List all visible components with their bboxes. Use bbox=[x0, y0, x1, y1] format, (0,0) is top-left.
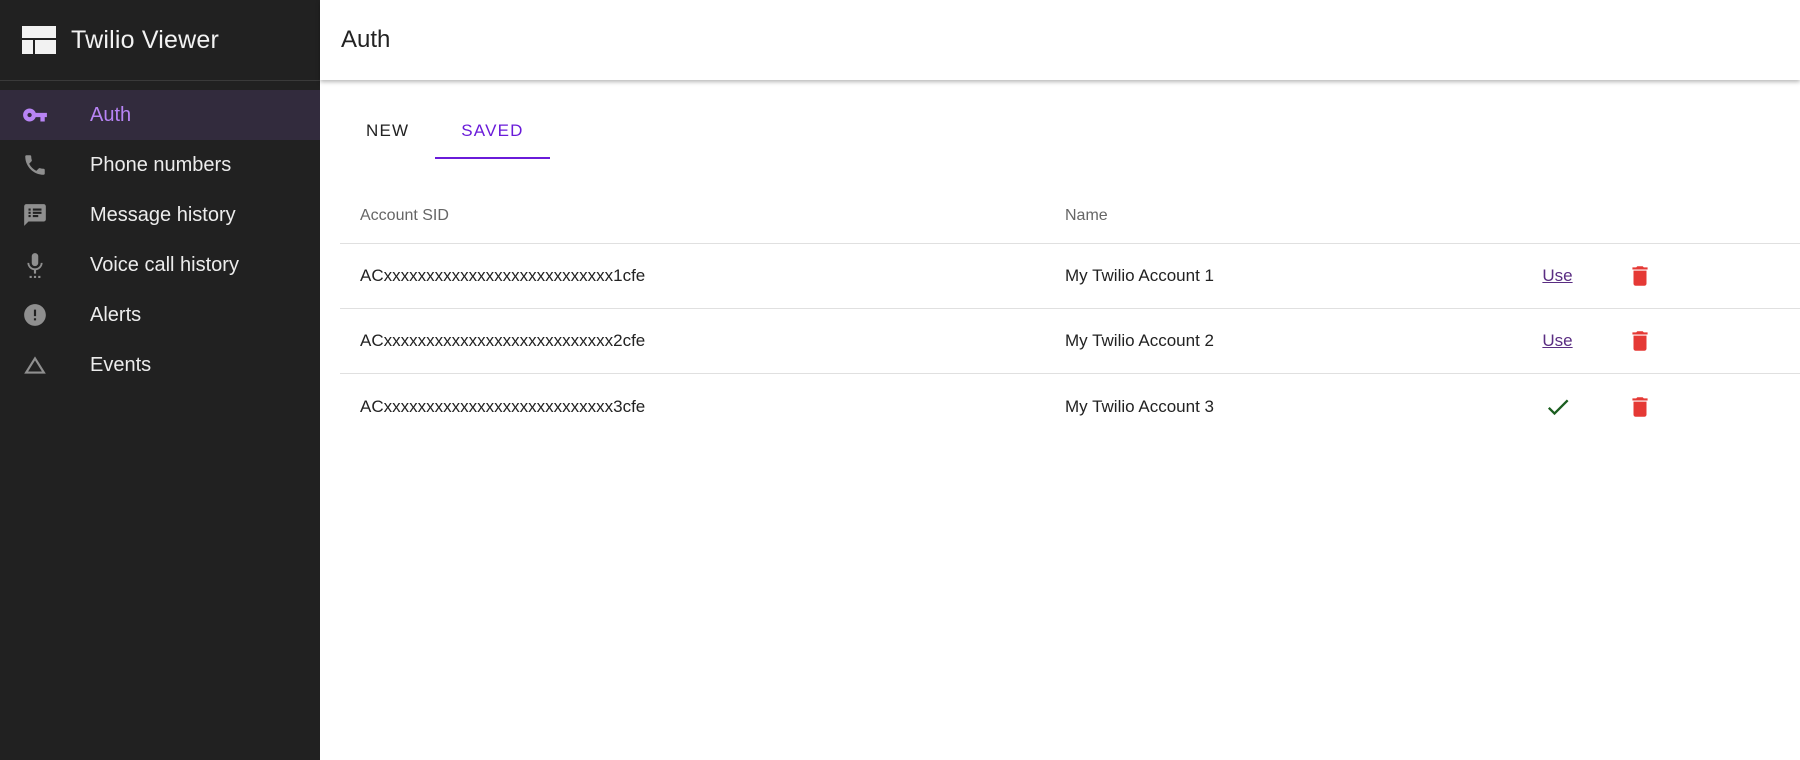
sidebar-nav: Auth Phone numbers Message history Voice… bbox=[0, 81, 320, 390]
tab-bar: NEW SAVED bbox=[340, 105, 1800, 159]
page-title: Auth bbox=[341, 26, 391, 53]
use-cell bbox=[1515, 393, 1600, 421]
use-account-link[interactable]: Use bbox=[1542, 266, 1572, 285]
column-header-name: Name bbox=[1065, 206, 1108, 224]
use-account-link[interactable]: Use bbox=[1542, 331, 1572, 350]
account-name-cell: My Twilio Account 2 bbox=[1065, 331, 1214, 350]
sidebar-item-label: Alerts bbox=[90, 303, 142, 326]
tab-new[interactable]: NEW bbox=[340, 105, 435, 159]
table-header: Account SID Name bbox=[340, 188, 1800, 244]
app-title: Twilio Viewer bbox=[71, 25, 220, 54]
sidebar: Twilio Viewer Auth Phone numbers Message bbox=[0, 0, 320, 760]
brand: Twilio Viewer bbox=[0, 0, 320, 81]
trash-icon bbox=[1632, 331, 1648, 351]
use-cell: Use bbox=[1515, 266, 1600, 286]
top-app-bar: Auth bbox=[320, 0, 1800, 80]
check-icon bbox=[1547, 399, 1568, 415]
alert-icon bbox=[20, 300, 50, 330]
delete-account-button[interactable] bbox=[1625, 392, 1655, 422]
microphone-icon bbox=[20, 250, 50, 280]
sidebar-item-events[interactable]: Events bbox=[0, 340, 320, 390]
account-sid-cell: ACxxxxxxxxxxxxxxxxxxxxxxxxxxx1cfe bbox=[360, 266, 646, 285]
triangle-icon bbox=[20, 350, 50, 380]
sidebar-item-label: Auth bbox=[90, 103, 132, 126]
account-sid-cell: ACxxxxxxxxxxxxxxxxxxxxxxxxxxx3cfe bbox=[360, 396, 646, 416]
message-icon bbox=[20, 200, 50, 230]
accounts-table: Account SID Name ACxxxxxxxxxxxxxxxxxxxxx… bbox=[340, 188, 1800, 439]
trash-icon bbox=[1632, 396, 1648, 417]
app-root: Twilio Viewer Auth Phone numbers Message bbox=[0, 0, 1800, 760]
phone-icon bbox=[20, 150, 50, 180]
sidebar-item-label: Voice call history bbox=[90, 253, 239, 276]
tab-saved[interactable]: SAVED bbox=[435, 105, 550, 159]
sidebar-item-alerts[interactable]: Alerts bbox=[0, 290, 320, 340]
layout-logo-icon bbox=[22, 26, 56, 54]
main-content: Auth NEW SAVED Account SID Name ACxxxxxx… bbox=[320, 0, 1800, 760]
sidebar-item-label: Phone numbers bbox=[90, 153, 232, 176]
trash-icon bbox=[1632, 266, 1648, 286]
sidebar-item-message-history[interactable]: Message history bbox=[0, 190, 320, 240]
table-row: ACxxxxxxxxxxxxxxxxxxxxxxxxxxx2cfe My Twi… bbox=[340, 309, 1800, 374]
sidebar-item-auth[interactable]: Auth bbox=[0, 90, 320, 140]
sidebar-item-phone-numbers[interactable]: Phone numbers bbox=[0, 140, 320, 190]
key-icon bbox=[20, 100, 50, 130]
use-cell: Use bbox=[1515, 331, 1600, 351]
delete-cell bbox=[1600, 326, 1680, 356]
table-row: ACxxxxxxxxxxxxxxxxxxxxxxxxxxx3cfe My Twi… bbox=[340, 374, 1800, 439]
delete-account-button[interactable] bbox=[1625, 326, 1655, 356]
account-name-cell: My Twilio Account 3 bbox=[1065, 396, 1214, 416]
sidebar-item-voice-call-history[interactable]: Voice call history bbox=[0, 240, 320, 290]
account-sid-cell: ACxxxxxxxxxxxxxxxxxxxxxxxxxxx2cfe bbox=[360, 331, 646, 350]
account-name-cell: My Twilio Account 1 bbox=[1065, 266, 1214, 285]
delete-account-button[interactable] bbox=[1625, 261, 1655, 291]
sidebar-item-label: Message history bbox=[90, 203, 236, 226]
table-row: ACxxxxxxxxxxxxxxxxxxxxxxxxxxx1cfe My Twi… bbox=[340, 244, 1800, 309]
sidebar-item-label: Events bbox=[90, 353, 152, 376]
delete-cell bbox=[1600, 261, 1680, 291]
delete-cell bbox=[1600, 392, 1680, 422]
column-header-account-sid: Account SID bbox=[360, 206, 449, 224]
